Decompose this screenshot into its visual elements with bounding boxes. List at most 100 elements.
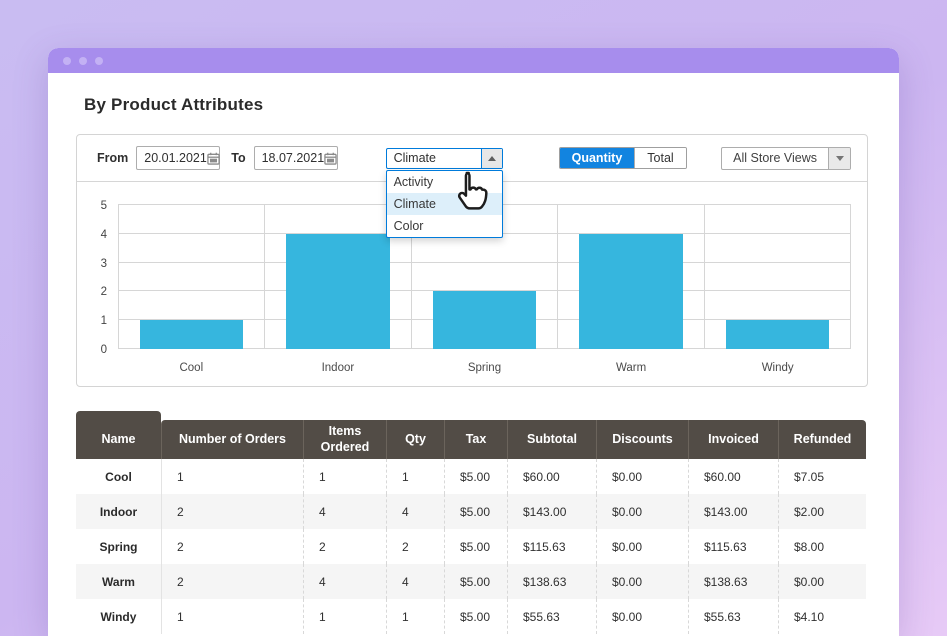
column-header-qty[interactable]: Qty xyxy=(386,420,444,459)
table-cell: $7.05 xyxy=(778,459,866,494)
table-cell: $138.63 xyxy=(688,564,778,599)
column-header-subtotal[interactable]: Subtotal xyxy=(507,420,596,459)
table-cell: $143.00 xyxy=(688,494,778,529)
column-header-name[interactable]: Name xyxy=(76,420,161,459)
dropdown-arrow-up-icon[interactable] xyxy=(481,149,502,168)
table-cell: Windy xyxy=(76,599,161,634)
table-header: NameNumber of OrdersItems OrderedQtyTaxS… xyxy=(76,420,866,459)
table-cell: 1 xyxy=(303,459,386,494)
from-label: From xyxy=(97,151,128,165)
table-cell: $60.00 xyxy=(688,459,778,494)
dropdown-option-color[interactable]: Color xyxy=(387,215,502,237)
column-header-items-ordered[interactable]: Items Ordered xyxy=(303,420,386,459)
table-cell: $55.63 xyxy=(507,599,596,634)
attribute-select: Climate ActivityClimateColor xyxy=(386,148,503,169)
window-titlebar[interactable] xyxy=(48,48,899,73)
table-cell: $115.63 xyxy=(507,529,596,564)
x-axis-label-spring: Spring xyxy=(411,362,558,374)
table-cell: $143.00 xyxy=(507,494,596,529)
page-title: By Product Attributes xyxy=(84,95,868,115)
attribute-select-box[interactable]: Climate xyxy=(386,148,503,169)
column-header-refunded[interactable]: Refunded xyxy=(778,420,866,459)
table-cell: 4 xyxy=(386,564,444,599)
column-header-invoiced[interactable]: Invoiced xyxy=(688,420,778,459)
bar-cool[interactable] xyxy=(140,320,243,349)
table-row-cool: Cool111$5.00$60.00$0.00$60.00$7.05 xyxy=(76,459,866,494)
x-axis-label-windy: Windy xyxy=(704,362,851,374)
table-header-row: NameNumber of OrdersItems OrderedQtyTaxS… xyxy=(76,420,866,459)
window-dot-icon[interactable] xyxy=(63,57,71,65)
window-dot-icon[interactable] xyxy=(95,57,103,65)
to-date-value: 18.07.2021 xyxy=(262,151,325,165)
table-cell: $5.00 xyxy=(444,599,507,634)
column-header-discounts[interactable]: Discounts xyxy=(596,420,688,459)
table-cell: $115.63 xyxy=(688,529,778,564)
table-cell: $2.00 xyxy=(778,494,866,529)
table-cell: $5.00 xyxy=(444,459,507,494)
table-cell: 4 xyxy=(303,564,386,599)
table-cell: 4 xyxy=(303,494,386,529)
chart-band-windy xyxy=(704,205,851,349)
dropdown-option-climate[interactable]: Climate xyxy=(387,193,502,215)
bar-windy[interactable] xyxy=(726,320,829,349)
table-cell: $0.00 xyxy=(596,529,688,564)
toggle-total-button[interactable]: Total xyxy=(634,148,685,168)
column-header-number-of-orders[interactable]: Number of Orders xyxy=(161,420,303,459)
store-view-select[interactable]: All Store Views xyxy=(721,147,851,170)
table-cell: $138.63 xyxy=(507,564,596,599)
table-cell: $0.00 xyxy=(778,564,866,599)
toggle-quantity-button[interactable]: Quantity xyxy=(560,148,635,168)
from-date-input[interactable]: 20.01.2021 xyxy=(136,146,220,170)
table-cell: 1 xyxy=(303,599,386,634)
app-window: By Product Attributes From 20.01.2021 To xyxy=(48,48,899,636)
table-cell: $8.00 xyxy=(778,529,866,564)
report-panel: From 20.01.2021 To 18.07.2021 xyxy=(76,134,868,387)
store-view-value: All Store Views xyxy=(722,148,828,169)
table-cell: 2 xyxy=(161,529,303,564)
table-cell: Warm xyxy=(76,564,161,599)
table-cell: 1 xyxy=(386,599,444,634)
dropdown-arrow-down-icon[interactable] xyxy=(828,148,850,169)
y-axis-tick-label: 1 xyxy=(77,315,107,327)
table-row-windy: Windy111$5.00$55.63$0.00$55.63$4.10 xyxy=(76,599,866,634)
table-cell: $0.00 xyxy=(596,494,688,529)
chart-x-axis-labels: CoolIndoorSpringWarmWindy xyxy=(118,362,851,374)
window-dot-icon[interactable] xyxy=(79,57,87,65)
y-axis-tick-label: 5 xyxy=(77,200,107,212)
table-row-spring: Spring222$5.00$115.63$0.00$115.63$8.00 xyxy=(76,529,866,564)
attribute-dropdown-list: ActivityClimateColor xyxy=(386,170,503,238)
table-cell: 4 xyxy=(386,494,444,529)
to-date-input[interactable]: 18.07.2021 xyxy=(254,146,338,170)
table-cell: 2 xyxy=(303,529,386,564)
x-axis-label-warm: Warm xyxy=(558,362,705,374)
chart-band-warm xyxy=(557,205,703,349)
bar-warm[interactable] xyxy=(579,234,682,349)
table-cell: Indoor xyxy=(76,494,161,529)
x-axis-label-indoor: Indoor xyxy=(265,362,412,374)
table-cell: Cool xyxy=(76,459,161,494)
y-axis-tick-label: 3 xyxy=(77,258,107,270)
table-row-indoor: Indoor244$5.00$143.00$0.00$143.00$2.00 xyxy=(76,494,866,529)
table-cell: $0.00 xyxy=(596,599,688,634)
bar-indoor[interactable] xyxy=(286,234,389,349)
metric-toggle: QuantityTotal xyxy=(559,147,687,169)
y-axis-tick-label: 2 xyxy=(77,286,107,298)
table-row-warm: Warm244$5.00$138.63$0.00$138.63$0.00 xyxy=(76,564,866,599)
chart-band-cool xyxy=(118,205,264,349)
table-cell: 1 xyxy=(161,599,303,634)
column-header-tax[interactable]: Tax xyxy=(444,420,507,459)
y-axis-tick-label: 4 xyxy=(77,229,107,241)
table-cell: 1 xyxy=(386,459,444,494)
to-label: To xyxy=(231,151,245,165)
attributes-report-table: NameNumber of OrdersItems OrderedQtyTaxS… xyxy=(76,420,866,634)
table-body: Cool111$5.00$60.00$0.00$60.00$7.05Indoor… xyxy=(76,459,866,634)
attribute-select-value: Climate xyxy=(387,151,481,165)
table-cell: $0.00 xyxy=(596,564,688,599)
dropdown-option-activity[interactable]: Activity xyxy=(387,171,502,193)
table-cell: $5.00 xyxy=(444,494,507,529)
bar-spring[interactable] xyxy=(433,291,536,349)
calendar-icon[interactable] xyxy=(324,152,337,165)
table-cell: 2 xyxy=(386,529,444,564)
table-cell: $4.10 xyxy=(778,599,866,634)
calendar-icon[interactable] xyxy=(207,152,220,165)
